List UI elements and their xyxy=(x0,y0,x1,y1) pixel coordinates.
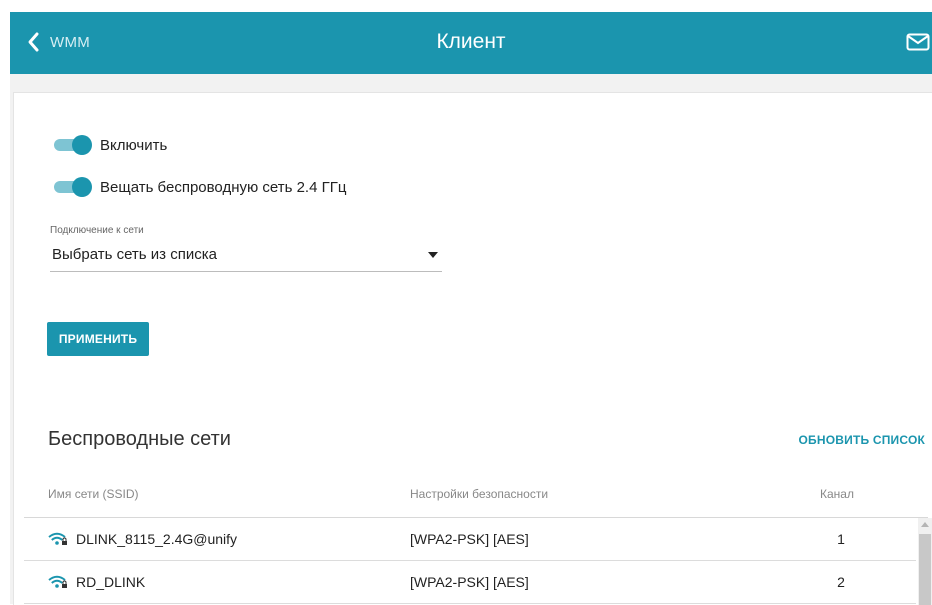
column-header-security[interactable]: Настройки безопасности xyxy=(410,487,548,501)
scroll-up-arrow-icon[interactable] xyxy=(921,522,929,527)
connection-select-value: Выбрать сеть из списка xyxy=(52,246,217,263)
networks-section-title: Беспроводные сети xyxy=(48,428,231,450)
scrollbar-thumb[interactable] xyxy=(919,534,931,605)
column-header-ssid[interactable]: Имя сети (SSID) xyxy=(48,487,139,501)
ssid-cell: RD_DLINK xyxy=(48,574,145,590)
table-row[interactable]: DLINK_8115_2.4G@unify [WPA2-PSK] [AES] 1 xyxy=(24,518,916,561)
apply-button[interactable]: ПРИМЕНИТЬ xyxy=(47,322,149,356)
broadcast-toggle[interactable] xyxy=(52,177,92,197)
content-area: Включить Вещать беспроводную сеть 2.4 ГГ… xyxy=(10,74,932,605)
table-row[interactable]: RD_DLINK [WPA2-PSK] [AES] 2 xyxy=(24,561,916,604)
channel-cell: 2 xyxy=(837,574,845,590)
connection-field-label: Подключение к сети xyxy=(50,225,144,236)
top-bar: WMM Клиент xyxy=(10,12,932,74)
broadcast-row: Вещать беспроводную сеть 2.4 ГГц xyxy=(52,177,346,197)
wifi-lock-icon xyxy=(48,575,67,588)
broadcast-label: Вещать беспроводную сеть 2.4 ГГц xyxy=(100,178,347,196)
toggle-knob xyxy=(72,177,92,197)
ssid-text: RD_DLINK xyxy=(76,574,146,590)
enable-toggle[interactable] xyxy=(52,135,92,155)
ssid-text: DLINK_8115_2.4G@unify xyxy=(76,531,238,547)
wifi-lock-icon xyxy=(48,532,67,545)
mail-icon xyxy=(906,33,930,51)
security-cell: [WPA2-PSK] [AES] xyxy=(410,574,529,590)
channel-cell: 1 xyxy=(837,531,845,547)
page-title: Клиент xyxy=(436,30,506,53)
toggle-knob xyxy=(72,135,92,155)
enable-label: Включить xyxy=(100,136,168,154)
table-scrollbar[interactable] xyxy=(918,518,932,605)
connection-select[interactable]: Выбрать сеть из списка xyxy=(50,239,442,272)
security-cell: [WPA2-PSK] [AES] xyxy=(410,531,529,547)
settings-panel: Включить Вещать беспроводную сеть 2.4 ГГ… xyxy=(13,92,932,605)
enable-row: Включить xyxy=(52,135,167,155)
notifications-button[interactable] xyxy=(906,33,930,56)
ssid-cell: DLINK_8115_2.4G@unify xyxy=(48,531,237,547)
caret-down-icon xyxy=(428,252,438,258)
column-header-channel[interactable]: Канал xyxy=(820,487,854,501)
refresh-list-button[interactable]: ОБНОВИТЬ СПИСОК xyxy=(799,433,925,447)
